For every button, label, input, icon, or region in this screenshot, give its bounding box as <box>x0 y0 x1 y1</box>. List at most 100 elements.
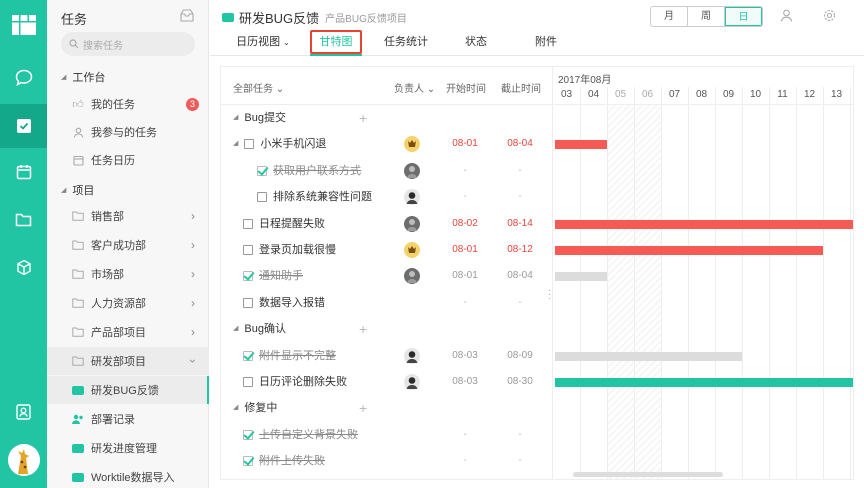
assignee-avatar[interactable] <box>404 242 420 258</box>
task-checkbox[interactable] <box>243 429 253 440</box>
task-row[interactable]: 排除系统兼容性问题 - - <box>221 184 853 210</box>
assignee-filter[interactable]: 负责人 ⌄ <box>394 80 435 95</box>
task-title[interactable]: 通知助手 <box>259 263 303 289</box>
task-checkbox[interactable] <box>243 245 253 255</box>
tab-task-stats[interactable]: 任务统计 <box>380 30 432 56</box>
task-row[interactable]: 日历评论删除失败 08-03 08-30 <box>221 369 853 395</box>
task-row[interactable]: 登录页加载很慢 08-01 08-12 <box>221 237 853 263</box>
sidebar-item-rd-progress[interactable]: 研发进度管理 <box>47 434 209 462</box>
task-name: 通知助手 <box>243 263 303 289</box>
task-checkbox[interactable] <box>257 192 267 203</box>
sidebar-item-my-tasks[interactable]: 👍︎ 我的任务 3 <box>47 90 209 118</box>
task-end-date: 08-09 <box>507 349 533 361</box>
task-title[interactable]: 日历评论删除失败 <box>259 369 347 395</box>
task-icon[interactable] <box>0 104 47 148</box>
gantt-bar[interactable] <box>555 351 742 361</box>
task-checkbox[interactable] <box>243 377 253 387</box>
task-row[interactable]: 附件显示不完整 08-03 08-09 <box>221 343 853 369</box>
assignee-avatar[interactable] <box>404 136 420 153</box>
search-input[interactable]: 搜索任务 <box>61 32 195 56</box>
task-group-row[interactable]: ◢ Bug确认 + <box>221 316 853 342</box>
horizontal-scrollbar[interactable] <box>573 472 723 477</box>
add-task-icon[interactable]: + <box>359 105 367 131</box>
assignee-avatar[interactable] <box>404 347 420 364</box>
task-checkbox[interactable] <box>257 165 267 176</box>
projects-section[interactable]: ◢ 项目 <box>61 182 94 198</box>
task-title[interactable]: 附件显示不完整 <box>259 343 336 369</box>
task-title[interactable]: 日程提醒失败 <box>259 211 325 237</box>
sidebar-item-task-calendar[interactable]: 任务日历 <box>47 146 209 174</box>
sidebar-item-sales[interactable]: 销售部 › <box>47 202 209 230</box>
tab-attachments[interactable]: 附件 <box>526 30 566 56</box>
all-tasks-filter[interactable]: 全部任务 ⌄ <box>233 80 284 95</box>
sidebar-item-customer-success[interactable]: 客户成功部 › <box>47 231 209 259</box>
task-row[interactable]: 数据导入报错 - - <box>221 290 853 316</box>
task-row[interactable]: 日程提醒失败 08-02 08-14 <box>221 211 853 237</box>
member-icon[interactable] <box>780 9 793 22</box>
tab-status[interactable]: 状态 <box>456 30 496 56</box>
task-checkbox[interactable] <box>243 456 253 467</box>
task-title[interactable]: 数据导入报错 <box>259 290 325 316</box>
cube-icon[interactable] <box>0 245 47 289</box>
assignee-avatar[interactable] <box>404 162 420 179</box>
collapse-arrow-icon[interactable]: ◢ <box>233 131 238 157</box>
task-title[interactable]: 小米手机闪退 <box>260 131 326 157</box>
workspace-section[interactable]: ◢ 工作台 <box>61 69 105 85</box>
projects-label: 项目 <box>72 185 95 197</box>
task-checkbox[interactable] <box>243 297 253 308</box>
assignee-avatar[interactable] <box>404 215 420 232</box>
task-row[interactable]: 附件上传失败 - - <box>221 448 853 474</box>
sidebar-item-rd-bug-feedback[interactable]: 研发BUG反馈 <box>47 376 209 404</box>
assignee-avatar[interactable] <box>404 374 420 390</box>
task-group-row[interactable]: ◢ 修复中 + <box>221 395 853 421</box>
view-mode-week[interactable]: 周 <box>688 7 725 26</box>
assignee-avatar[interactable] <box>404 268 420 285</box>
sidebar-item-product[interactable]: 产品部项目 › <box>47 318 209 346</box>
task-row[interactable]: 获取用户联系方式 - - <box>221 158 853 184</box>
day-header: 13 <box>830 89 843 100</box>
chevron-right-icon: › <box>191 296 195 310</box>
task-checkbox[interactable] <box>243 350 253 361</box>
task-group-row[interactable]: ◢ Bug提交 + <box>221 105 853 131</box>
inbox-icon[interactable] <box>180 9 194 22</box>
gantt-bar[interactable] <box>555 246 823 255</box>
task-title[interactable]: 排除系统兼容性问题 <box>273 184 372 210</box>
folder-icon <box>71 240 85 250</box>
task-row[interactable]: 通知助手 08-01 08-04 <box>221 263 853 289</box>
add-task-icon[interactable]: + <box>359 316 367 342</box>
gantt-bar[interactable] <box>555 140 607 150</box>
contacts-icon[interactable] <box>0 390 47 434</box>
view-mode-month[interactable]: 月 <box>651 7 688 26</box>
gear-icon[interactable] <box>823 9 836 22</box>
assignee-avatar[interactable] <box>404 189 420 206</box>
task-checkbox[interactable] <box>243 218 253 229</box>
view-mode-day[interactable]: 日 <box>725 7 762 26</box>
task-row[interactable]: ◢ 小米手机闪退 08-01 08-04 <box>221 131 853 157</box>
gantt-bar[interactable] <box>555 378 853 387</box>
sidebar-item-worktile-import[interactable]: Worktile数据导入 <box>47 463 209 488</box>
sidebar-item-hr[interactable]: 人力资源部 › <box>47 289 209 317</box>
gantt-bar[interactable] <box>555 219 853 229</box>
folder-icon[interactable] <box>0 197 47 241</box>
task-title[interactable]: 登录页加载很慢 <box>259 237 336 263</box>
sidebar-item-rd[interactable]: 研发部项目 › <box>47 347 209 375</box>
tab-calendar-view[interactable]: 日历视图 ⌄ <box>228 30 298 56</box>
task-name: 排除系统兼容性问题 <box>257 184 372 210</box>
chat-icon[interactable] <box>0 55 47 99</box>
task-checkbox[interactable] <box>244 139 255 150</box>
user-avatar[interactable] <box>8 444 40 476</box>
task-row[interactable]: 上传自定义背景失败 - - <box>221 422 853 448</box>
sidebar-item-marketing[interactable]: 市场部 › <box>47 260 209 288</box>
sidebar-item-participated-tasks[interactable]: 我参与的任务 <box>47 118 209 146</box>
gantt-bar[interactable] <box>555 272 607 282</box>
add-task-icon[interactable]: + <box>359 395 367 421</box>
task-checkbox[interactable] <box>243 271 253 282</box>
task-title[interactable]: 获取用户联系方式 <box>273 158 361 184</box>
task-title[interactable]: 附件上传失败 <box>259 448 325 474</box>
sidebar-item-deploy-records[interactable]: 部署记录 <box>47 405 209 433</box>
tab-gantt[interactable]: 甘特图 <box>310 30 362 56</box>
group-name: ◢ Bug确认 <box>233 316 286 342</box>
calendar-icon[interactable] <box>0 150 47 194</box>
task-title[interactable]: 上传自定义背景失败 <box>259 422 358 448</box>
column-resize-handle[interactable]: · · · <box>548 286 551 304</box>
